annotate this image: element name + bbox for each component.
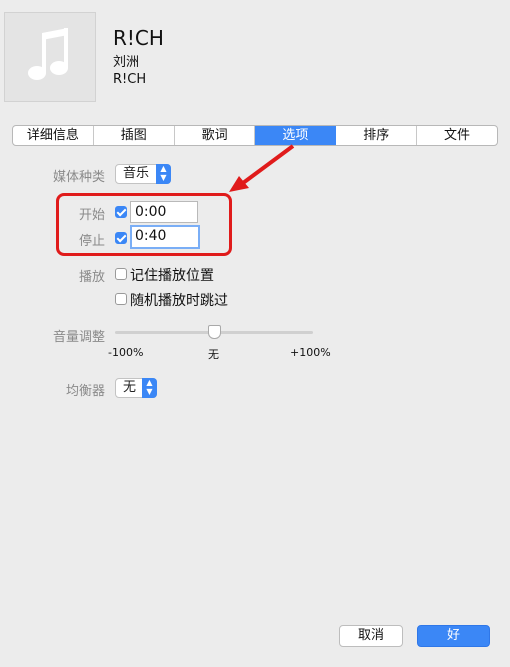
playback-label: 播放 [78,270,105,285]
annotation-arrow-icon [229,144,295,192]
track-artist: 刘洲 [113,55,140,70]
tab-file[interactable]: 文件 [417,126,497,145]
volume-label: 音量调整 [52,330,105,345]
remember-position-label[interactable]: 记住播放位置 [130,265,214,285]
chevron-updown-icon: ▲ ▼ [156,164,171,184]
volume-max-label: +100% [290,346,331,359]
album-artwork[interactable] [4,12,96,102]
media-kind-value: 音乐 [123,166,150,181]
volume-mid-label: 无 [208,348,219,361]
cancel-button[interactable]: 取消 [339,625,403,647]
annotation-highlight-box [56,193,232,256]
equalizer-value: 无 [123,380,137,395]
skip-when-shuffling-label[interactable]: 随机播放时跳过 [130,290,228,310]
volume-slider-knob[interactable] [207,325,221,339]
ok-button[interactable]: 好 [417,625,490,647]
equalizer-label: 均衡器 [65,384,105,399]
track-album: R!CH [113,72,147,87]
media-kind-label: 媒体种类 [52,170,105,185]
equalizer-select[interactable]: 无 ▲ ▼ [115,378,157,398]
volume-min-label: -100% [108,346,144,359]
remember-position-checkbox[interactable] [115,268,127,280]
tab-sorting[interactable]: 排序 [336,126,418,145]
track-title: R!CH [113,26,164,50]
chevron-updown-icon: ▲ ▼ [142,378,157,398]
media-kind-select[interactable]: 音乐 ▲ ▼ [115,164,171,184]
music-note-icon [28,28,68,80]
tab-artwork[interactable]: 插图 [94,126,175,145]
skip-when-shuffling-checkbox[interactable] [115,293,127,305]
tab-details[interactable]: 详细信息 [13,126,94,145]
